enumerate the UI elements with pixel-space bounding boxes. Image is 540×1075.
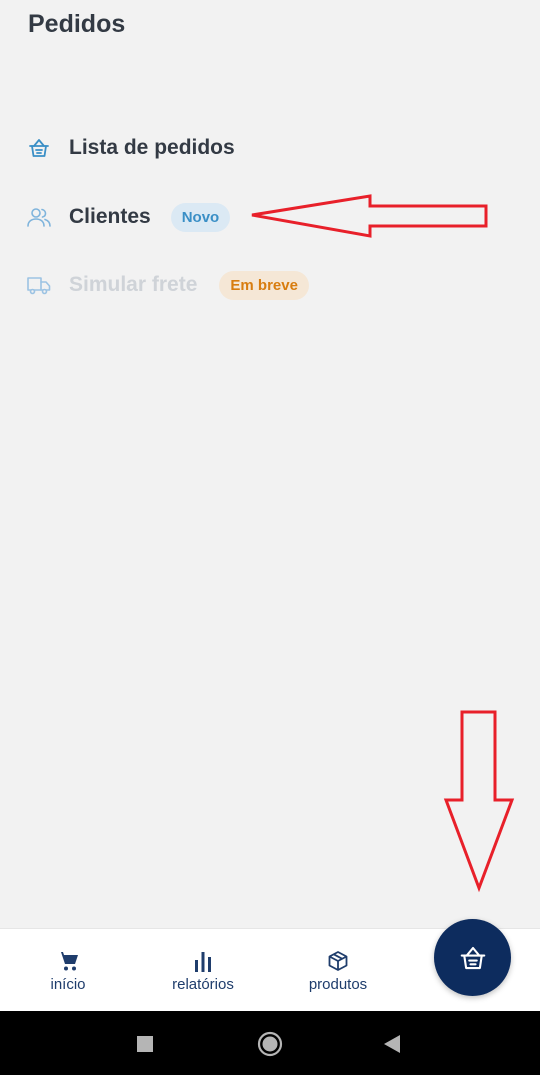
menu-item-simulate-freight: Simular frete Em breve (26, 265, 309, 305)
system-nav-bar (0, 1011, 540, 1075)
menu-item-clients[interactable]: Clientes Novo (26, 197, 231, 237)
menu-item-label: Simular frete (69, 273, 198, 296)
basket-icon (26, 135, 52, 161)
truck-icon (26, 272, 52, 298)
page-title: Pedidos (28, 10, 126, 38)
basket-icon (458, 943, 488, 973)
annotation-arrow-down (443, 710, 515, 893)
box-icon (327, 949, 349, 973)
new-badge: Novo (170, 202, 231, 232)
home-circle-icon[interactable] (257, 1031, 283, 1062)
menu-item-order-list[interactable]: Lista de pedidos (26, 128, 235, 168)
app-screen: Pedidos Lista de pedidos Clientes Novo S… (0, 0, 540, 1075)
tab-home[interactable]: início (38, 929, 98, 1012)
tab-reports[interactable]: relatórios (163, 929, 243, 1012)
back-triangle-icon[interactable] (383, 1034, 401, 1059)
tab-label: produtos (308, 976, 368, 993)
menu-item-label: Clientes (69, 205, 151, 228)
basket-fab-button[interactable] (434, 919, 511, 996)
menu-item-label: Lista de pedidos (69, 136, 235, 159)
cart-icon (56, 949, 80, 973)
tab-label: início (50, 976, 86, 993)
tab-label: relatórios (172, 976, 234, 993)
recents-square-icon[interactable] (136, 1035, 154, 1058)
users-icon (26, 204, 52, 230)
bar-chart-icon (193, 949, 213, 973)
tab-products[interactable]: produtos (298, 929, 378, 1012)
annotation-arrow-left (251, 194, 488, 238)
coming-soon-badge: Em breve (219, 270, 309, 300)
